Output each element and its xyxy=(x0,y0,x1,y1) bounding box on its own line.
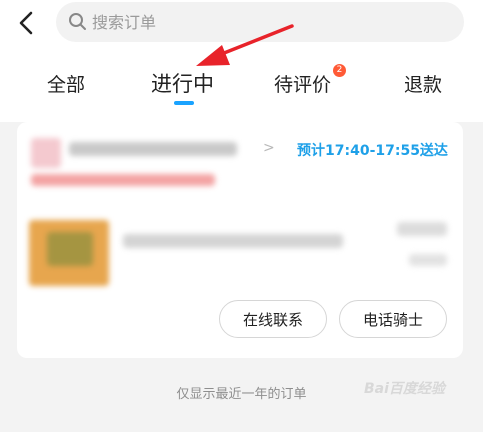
order-card[interactable]: > 预计17:40-17:55送达 在线联系 电话骑士 xyxy=(17,122,463,358)
search-icon xyxy=(69,13,86,30)
tab-refund[interactable]: 退款 xyxy=(404,70,442,97)
search-bar[interactable] xyxy=(56,2,464,42)
review-count-badge: 2 xyxy=(333,64,346,77)
food-image-detail xyxy=(47,232,93,266)
call-rider-button[interactable]: 电话骑士 xyxy=(339,300,447,338)
item-qty-blurred xyxy=(409,254,447,266)
delivery-eta: 预计17:40-17:55送达 xyxy=(297,143,448,159)
watermark-logo: Bai百度经验 xyxy=(364,381,445,397)
store-name-blurred xyxy=(69,142,237,156)
back-button[interactable] xyxy=(14,8,40,38)
active-tab-indicator xyxy=(174,101,194,105)
tab-in-progress[interactable]: 进行中 xyxy=(151,68,214,98)
tab-all[interactable]: 全部 xyxy=(47,70,85,97)
item-price-blurred xyxy=(397,222,447,236)
tab-to-review[interactable]: 待评价 xyxy=(274,70,331,97)
chevron-left-icon xyxy=(19,11,33,35)
item-name-blurred xyxy=(123,234,343,248)
header-bar: 全部 进行中 待评价 2 退款 xyxy=(0,0,483,122)
contact-online-button[interactable]: 在线联系 xyxy=(219,300,327,338)
promo-text-blurred xyxy=(31,174,215,186)
store-logo xyxy=(31,138,61,168)
chevron-right-icon[interactable]: > xyxy=(263,140,275,156)
search-input[interactable] xyxy=(92,8,452,36)
